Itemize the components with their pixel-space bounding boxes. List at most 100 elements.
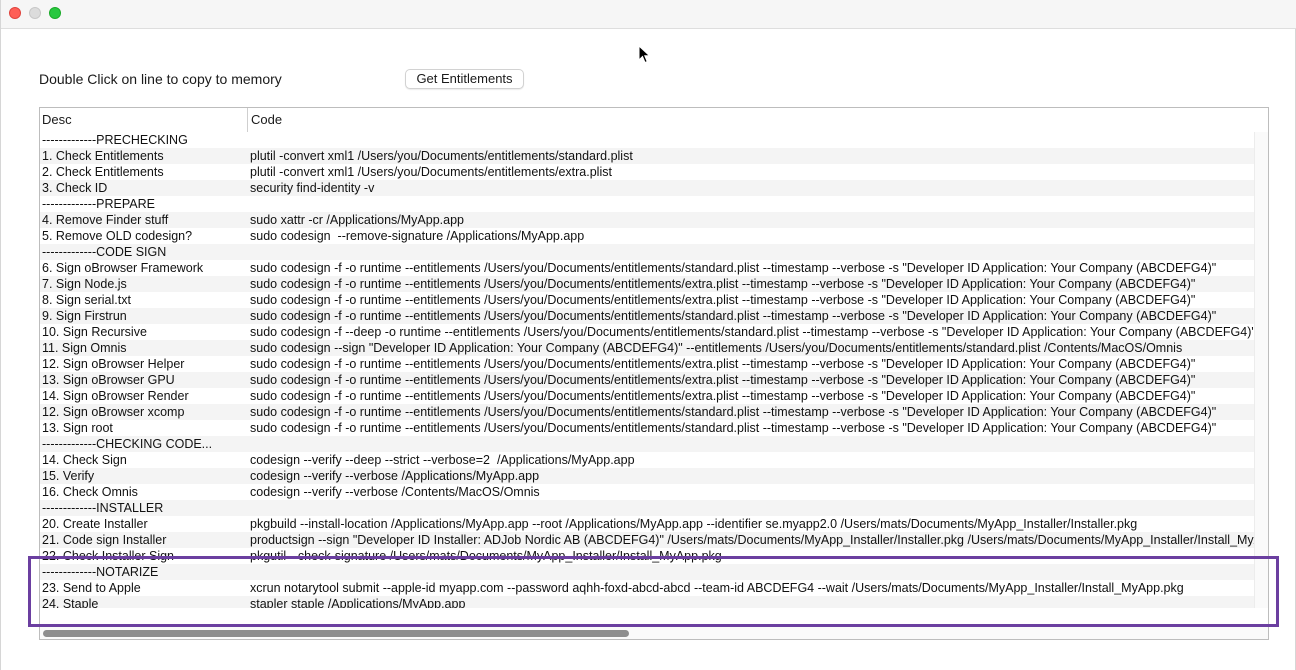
table-row[interactable]: 8. Sign serial.txt sudo codesign -f -o ru… (40, 292, 1254, 308)
row-desc-cell: 13. Sign oBrowser GPU (42, 373, 175, 387)
mouse-pointer-icon (638, 45, 651, 64)
row-desc-cell: 4. Remove Finder stuff (42, 213, 169, 227)
row-code-cell: codesign --verify --deep --strict --verb… (250, 453, 635, 467)
column-header-code[interactable]: Code (248, 108, 1268, 132)
table-row[interactable]: 24. Staple stapler staple /Applications/M… (40, 596, 1254, 608)
row-desc-cell: 12. Sign oBrowser Helper (42, 357, 185, 371)
horizontal-scroll-thumb[interactable] (43, 630, 629, 637)
table-row[interactable]: 11. Sign Omnis sudo codesign --sign "Deve… (40, 340, 1254, 356)
table-row[interactable]: 3. Check ID security find-identity -v (40, 180, 1254, 196)
row-desc-cell: 11. Sign Omnis (42, 341, 127, 355)
row-desc-cell: -------------INSTALLER (42, 501, 164, 515)
table-row[interactable]: -------------CHECKING CODE... (40, 436, 1254, 452)
row-code-cell: sudo codesign -f -o runtime --entitlemen… (250, 309, 1217, 323)
table-row[interactable]: 13. Sign root sudo codesign -f -o runtime… (40, 420, 1254, 436)
row-desc-cell: 22. Check Installer Sign (42, 549, 175, 563)
table-row[interactable]: 16. Check Omnis codesign --verify --verbo… (40, 484, 1254, 500)
row-code-cell: sudo codesign -f -o runtime --entitlemen… (250, 293, 1196, 307)
row-desc-cell: 7. Sign Node.js (42, 277, 127, 291)
row-desc-cell: 10. Sign Recursive (42, 325, 147, 339)
row-desc-cell: 24. Staple (42, 597, 99, 608)
row-desc-cell: -------------NOTARIZE (42, 565, 159, 579)
row-code-cell (250, 132, 1254, 148)
row-desc-cell: -------------PREPARE (42, 197, 155, 211)
table-row[interactable]: -------------PREPARE (40, 196, 1254, 212)
row-desc-cell: -------------CHECKING CODE... (42, 437, 213, 451)
column-header-desc[interactable]: Desc (40, 108, 248, 132)
row-desc-cell: 14. Check Sign (42, 453, 127, 467)
row-code-cell: plutil -convert xml1 /Users/you/Document… (250, 165, 612, 179)
row-desc-cell: 3. Check ID (42, 181, 108, 195)
row-code-cell: sudo codesign -f -o runtime --entitlemen… (250, 261, 1217, 275)
row-code-cell: sudo codesign -f -o runtime --entitlemen… (250, 277, 1196, 291)
app-window: Double Click on line to copy to memory G… (0, 0, 1296, 670)
row-desc-cell: 13. Sign root (42, 421, 113, 435)
table-row[interactable]: 7. Sign Node.js sudo codesign -f -o runti… (40, 276, 1254, 292)
table-header: Desc Code (40, 108, 1268, 133)
row-desc-cell: -------------PRECHECKING (42, 133, 188, 147)
row-desc-cell: 12. Sign oBrowser xcomp (42, 405, 185, 419)
table-row[interactable]: 23. Send to Apple xcrun notarytool submit… (40, 580, 1254, 596)
instruction-text: Double Click on line to copy to memory (39, 71, 282, 87)
title-bar (1, 0, 1296, 29)
row-desc-cell: 14. Sign oBrowser Render (42, 389, 189, 403)
vertical-scrollbar[interactable] (1254, 132, 1268, 608)
row-code-cell: sudo codesign -f -o runtime --entitlemen… (250, 357, 1196, 371)
table-row[interactable]: -------------CODE SIGN (40, 244, 1254, 260)
table-row[interactable]: 5. Remove OLD codesign? sudo codesign --r… (40, 228, 1254, 244)
row-code-cell: sudo xattr -cr /Applications/MyApp.app (250, 213, 464, 227)
table-row[interactable]: 13. Sign oBrowser GPU sudo codesign -f -o… (40, 372, 1254, 388)
row-code-cell: productsign --sign "Developer ID Install… (250, 533, 1254, 547)
table-row[interactable]: 15. Verify codesign --verify --verbose /A… (40, 468, 1254, 484)
table-row[interactable]: 10. Sign Recursive sudo codesign -f --dee… (40, 324, 1254, 340)
row-code-cell (250, 244, 1254, 260)
row-code-cell: sudo codesign -f -o runtime --entitlemen… (250, 389, 1196, 403)
get-entitlements-button[interactable]: Get Entitlements (405, 69, 524, 89)
table-row[interactable]: 22. Check Installer Sign pkgutil --check-… (40, 548, 1254, 564)
commands-table[interactable]: Desc Code -------------PRECHECKING 1. Che… (39, 107, 1269, 640)
table-row[interactable]: 12. Sign oBrowser Helper sudo codesign -f… (40, 356, 1254, 372)
row-code-cell (250, 196, 1254, 212)
table-row[interactable]: 1. Check Entitlements plutil -convert xml… (40, 148, 1254, 164)
row-desc-cell: 9. Sign Firstrun (42, 309, 127, 323)
table-row[interactable]: 12. Sign oBrowser xcomp sudo codesign -f … (40, 404, 1254, 420)
row-code-cell: sudo codesign --remove-signature /Applic… (250, 229, 585, 243)
table-row[interactable]: 4. Remove Finder stuff sudo xattr -cr /Ap… (40, 212, 1254, 228)
row-code-cell: pkgutil --check-signature /Users/mats/Do… (250, 549, 722, 563)
row-code-cell: security find-identity -v (250, 181, 375, 195)
table-row[interactable]: 20. Create Installer pkgbuild --install-l… (40, 516, 1254, 532)
row-desc-cell: 23. Send to Apple (42, 581, 141, 595)
row-code-cell: codesign --verify --verbose /Contents/Ma… (250, 485, 540, 499)
row-code-cell: plutil -convert xml1 /Users/you/Document… (250, 149, 633, 163)
row-desc-cell: 5. Remove OLD codesign? (42, 229, 193, 243)
row-desc-cell: 8. Sign serial.txt (42, 293, 131, 307)
row-code-cell: pkgbuild --install-location /Application… (250, 517, 1138, 531)
minimize-window-button[interactable] (29, 7, 41, 19)
table-row[interactable]: -------------NOTARIZE (40, 564, 1254, 580)
row-code-cell: sudo codesign -f -o runtime --entitlemen… (250, 405, 1217, 419)
horizontal-scrollbar[interactable] (40, 626, 1268, 639)
close-window-button[interactable] (9, 7, 21, 19)
row-desc-cell: 2. Check Entitlements (42, 165, 164, 179)
row-code-cell: xcrun notarytool submit --apple-id myapp… (250, 581, 1184, 595)
zoom-window-button[interactable] (49, 7, 61, 19)
row-code-cell (250, 436, 1254, 452)
table-row[interactable]: 14. Sign oBrowser Render sudo codesign -f… (40, 388, 1254, 404)
row-desc-cell: 20. Create Installer (42, 517, 148, 531)
table-row[interactable]: 6. Sign oBrowser Framework sudo codesign … (40, 260, 1254, 276)
table-row[interactable]: -------------PRECHECKING (40, 132, 1254, 148)
row-desc-cell: 6. Sign oBrowser Framework (42, 261, 204, 275)
row-desc-cell: 16. Check Omnis (42, 485, 138, 499)
table-row[interactable]: -------------INSTALLER (40, 500, 1254, 516)
table-row[interactable]: 21. Code sign Installer productsign --sig… (40, 532, 1254, 548)
row-desc-cell: 15. Verify (42, 469, 95, 483)
table-row[interactable]: 9. Sign Firstrun sudo codesign -f -o runt… (40, 308, 1254, 324)
row-code-cell: sudo codesign -f --deep -o runtime --ent… (250, 325, 1254, 339)
table-row[interactable]: 14. Check Sign codesign --verify --deep -… (40, 452, 1254, 468)
row-code-cell: stapler staple /Applications/MyApp.app (250, 597, 466, 608)
table-body: -------------PRECHECKING 1. Check Entitle… (40, 132, 1254, 608)
row-code-cell: sudo codesign -f -o runtime --entitlemen… (250, 421, 1217, 435)
row-desc-cell: 21. Code sign Installer (42, 533, 167, 547)
row-code-cell: sudo codesign --sign "Developer ID Appli… (250, 341, 1183, 355)
table-row[interactable]: 2. Check Entitlements plutil -convert xml… (40, 164, 1254, 180)
